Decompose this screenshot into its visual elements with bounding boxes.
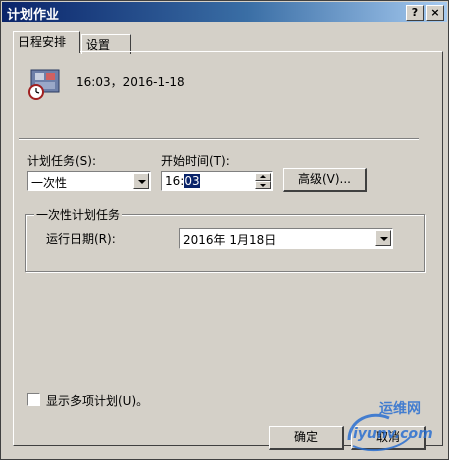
time-minute[interactable]: 03: [184, 174, 200, 188]
task-label: 计划任务(S):: [27, 154, 97, 168]
spin-up-icon[interactable]: [255, 173, 271, 181]
schedule-summary: 16:03，2016-1-18: [76, 75, 185, 89]
start-time-label: 开始时间(T):: [161, 154, 230, 168]
schedule-dialog: 计划作业 ? × 日程安排 设置 16:03，2016-1-18 计划任务(S)…: [0, 0, 449, 460]
time-spinner[interactable]: [255, 173, 271, 189]
show-multiple-checkbox[interactable]: [27, 393, 40, 406]
start-time-field[interactable]: 16:03: [161, 171, 273, 191]
run-date-label: 运行日期(R):: [46, 232, 116, 246]
once-group-title: 一次性计划任务: [34, 206, 123, 223]
run-date-picker[interactable]: 2016年 1月18日: [179, 228, 393, 249]
show-multiple-label: 显示多项计划(U)。: [46, 394, 149, 408]
separator: [19, 138, 419, 140]
watermark-url: iyunv.com: [353, 426, 433, 442]
task-type-select[interactable]: 一次性: [27, 171, 151, 191]
tab-schedule[interactable]: 日程安排: [13, 31, 80, 53]
ok-button[interactable]: 确定: [269, 426, 344, 450]
scheduled-task-icon: [28, 69, 60, 100]
title-bar[interactable]: 计划作业 ? ×: [2, 2, 447, 23]
run-date-value: 2016年 1月18日: [183, 233, 277, 247]
close-button[interactable]: ×: [426, 5, 444, 21]
time-hour: 16:: [165, 174, 185, 188]
task-type-value: 一次性: [31, 176, 68, 190]
watermark-logo: 运维网 iyunv.com: [341, 396, 441, 456]
spin-down-icon[interactable]: [255, 181, 271, 189]
watermark-text: 运维网: [379, 401, 421, 417]
advanced-button[interactable]: 高级(V)...: [283, 168, 367, 192]
chevron-down-icon[interactable]: [133, 173, 149, 189]
calendar-dropdown-icon[interactable]: [375, 230, 391, 246]
help-button[interactable]: ?: [406, 5, 424, 21]
window-title: 计划作业: [7, 8, 60, 23]
